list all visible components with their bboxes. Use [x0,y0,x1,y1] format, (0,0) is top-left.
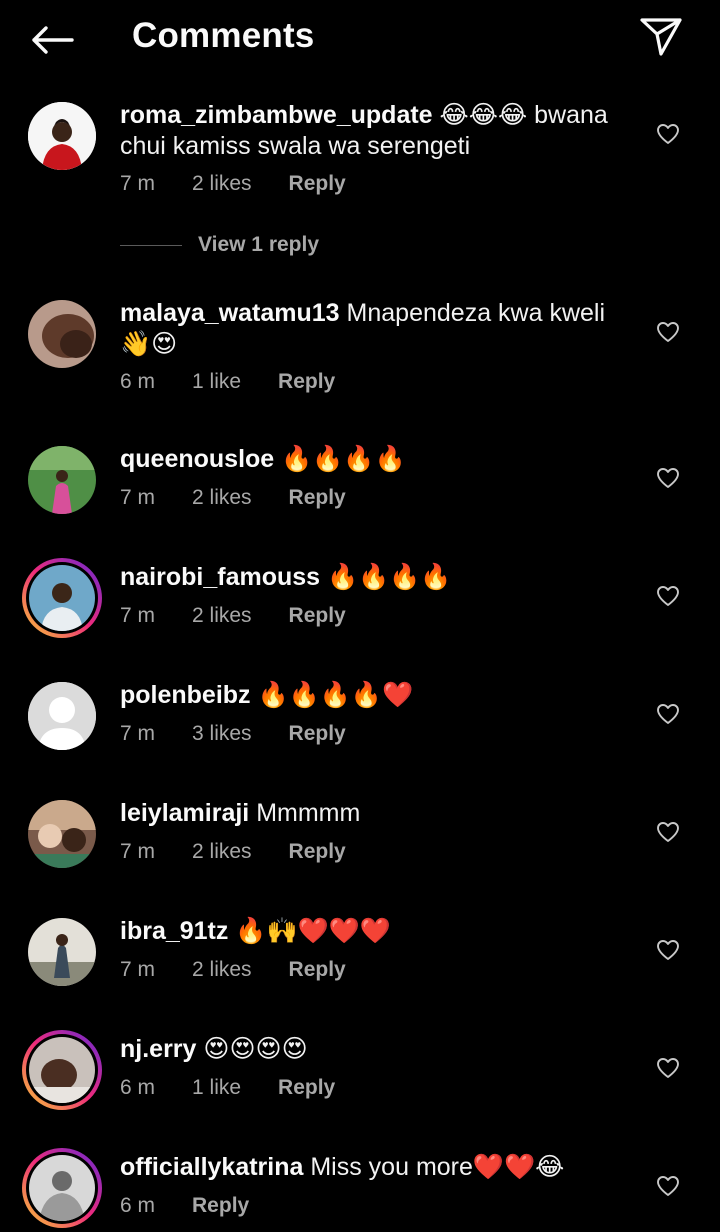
paper-plane-icon [640,18,682,56]
comment-username[interactable]: roma_zimbambwe_update [120,101,433,129]
like-button[interactable] [654,936,682,964]
like-button[interactable] [654,318,682,346]
heart-outline-icon [657,1058,679,1078]
comment-item: ibra_91tz 🔥🙌❤️❤️❤️ 7 m 2 likes Reply [0,916,720,996]
page-title: Comments [132,16,315,55]
comment-time: 6 m [120,370,156,393]
comment-text: Miss you more❤️❤️😂 [310,1153,565,1181]
avatar[interactable] [22,1148,102,1228]
comment-text: 🔥🔥🔥🔥❤️ [257,681,414,709]
avatar-image [28,918,96,986]
like-button[interactable] [654,120,682,148]
comment-time: 7 m [120,486,156,509]
comment-item: officiallykatrina Miss you more❤️❤️😂 6 m… [0,1148,720,1232]
avatar[interactable] [28,446,96,514]
avatar[interactable] [28,918,96,986]
avatar-image [29,565,95,631]
like-button[interactable] [654,1054,682,1082]
default-avatar-icon [28,682,96,750]
comment-likes[interactable]: 3 likes [192,722,252,746]
reply-button[interactable]: Reply [289,722,346,746]
avatar-image [28,102,96,170]
arrow-left-icon [32,26,74,54]
reply-button[interactable]: Reply [289,958,346,982]
comment-likes[interactable]: 2 likes [192,958,252,982]
comment-username[interactable]: ibra_91tz [120,917,228,945]
avatar-image [28,800,96,868]
comment-time: 6 m [120,1076,156,1099]
reply-button[interactable]: Reply [278,370,335,394]
reply-button[interactable]: Reply [289,172,346,196]
comment-username[interactable]: queenousloe [120,445,274,473]
reply-button[interactable]: Reply [192,1194,249,1218]
comment-text: Mmmmm [256,799,361,827]
like-button[interactable] [654,464,682,492]
comment-time: 7 m [120,958,156,981]
reply-button[interactable]: Reply [278,1076,335,1100]
avatar-image [28,446,96,514]
comment-item: polenbeibz 🔥🔥🔥🔥❤️ 7 m 3 likes Reply [0,680,720,760]
comment-text: 🔥🔥🔥🔥 [327,563,452,591]
comment-time: 7 m [120,840,156,863]
divider-line [120,244,182,246]
view-replies-label: View 1 reply [198,233,320,256]
avatar-image [29,1155,95,1221]
heart-outline-icon [657,586,679,606]
comment-item: malaya_watamu13 Mnapendeza kwa kweli 👋😍 … [0,296,720,406]
avatar-image [28,300,96,368]
comment-username[interactable]: leiylamiraji [120,799,249,827]
comment-time: 6 m [120,1194,156,1217]
comment-username[interactable]: polenbeibz [120,681,251,709]
avatar[interactable] [22,558,102,638]
comment-text: 🔥🔥🔥🔥 [281,445,406,473]
heart-outline-icon [657,940,679,960]
comment-item: nairobi_famouss 🔥🔥🔥🔥 7 m 2 likes Reply [0,558,720,642]
like-button[interactable] [654,700,682,728]
avatar[interactable] [28,300,96,368]
reply-button[interactable]: Reply [289,486,346,510]
comment-text: 😍😍😍😍 [203,1035,308,1063]
like-button[interactable] [654,582,682,610]
comment-likes[interactable]: 1 like [192,370,241,394]
comment-likes[interactable]: 2 likes [192,840,252,864]
comment-text: 🔥🙌❤️❤️❤️ [235,917,391,945]
avatar[interactable] [28,682,96,750]
heart-outline-icon [657,124,679,144]
comment-likes[interactable]: 1 like [192,1076,241,1100]
comment-item: queenousloe 🔥🔥🔥🔥 7 m 2 likes Reply [0,444,720,524]
comment-item: leiylamiraji Mmmmm 7 m 2 likes Reply [0,798,720,878]
comment-time: 7 m [120,722,156,745]
comment-time: 7 m [120,172,156,195]
avatar[interactable] [28,102,96,170]
comment-time: 7 m [120,604,156,627]
heart-outline-icon [657,1176,679,1196]
comment-likes[interactable]: 2 likes [192,172,252,196]
share-button[interactable] [636,12,686,62]
heart-outline-icon [657,322,679,342]
view-replies-button[interactable]: View 1 reply [120,233,319,257]
comment-item: nj.erry 😍😍😍😍 6 m 1 like Reply [0,1030,720,1114]
comment-likes[interactable]: 2 likes [192,486,252,510]
comment-likes[interactable]: 2 likes [192,604,252,628]
heart-outline-icon [657,468,679,488]
comment-username[interactable]: nj.erry [120,1035,196,1063]
heart-outline-icon [657,704,679,724]
avatar[interactable] [28,800,96,868]
comment-item: roma_zimbambwe_update 😂😂😂 bwana chui kam… [0,96,720,266]
top-bar: Comments [0,0,720,80]
comment-username[interactable]: officiallykatrina [120,1153,303,1181]
reply-button[interactable]: Reply [289,604,346,628]
like-button[interactable] [654,1172,682,1200]
back-button[interactable] [28,18,76,62]
avatar[interactable] [22,1030,102,1110]
comment-username[interactable]: nairobi_famouss [120,563,320,591]
comment-username[interactable]: malaya_watamu13 [120,299,340,327]
heart-outline-icon [657,822,679,842]
like-button[interactable] [654,818,682,846]
avatar-image [29,1037,95,1103]
reply-button[interactable]: Reply [289,840,346,864]
